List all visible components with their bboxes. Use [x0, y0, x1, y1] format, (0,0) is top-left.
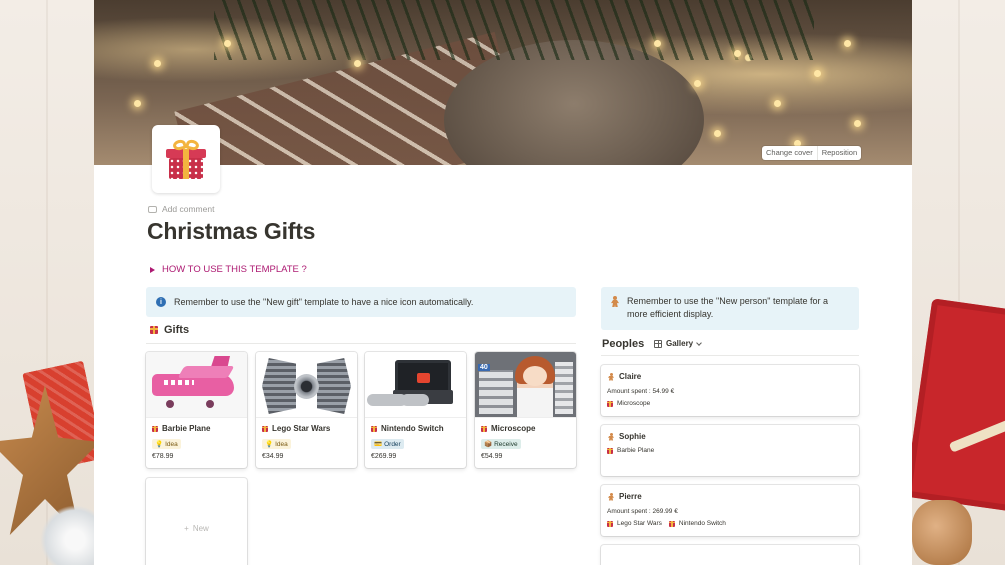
status-badge: 📦 Receive [481, 439, 521, 449]
gift-link[interactable]: Nintendo Switch [668, 520, 726, 527]
toggle-triangle-icon[interactable] [150, 266, 155, 273]
gift-card-barbie-plane[interactable]: Barbie Plane 💡 Idea €78.99 [146, 352, 247, 468]
nintendo-switch-image [365, 352, 466, 418]
gift-card-nintendo-switch[interactable]: Nintendo Switch 💳 Order €269.99 [365, 352, 466, 468]
gallery-view-selector[interactable]: Gallery [654, 339, 702, 348]
gift-icon [262, 425, 268, 432]
person-name: Pierre [608, 492, 642, 501]
how-to-toggle[interactable]: HOW TO USE THIS TEMPLATE ? [150, 264, 307, 275]
peoples-heading[interactable]: Peoples [602, 338, 644, 350]
people-callout-text: Remember to use the "New person" templat… [627, 296, 828, 319]
gift-icon [481, 425, 487, 432]
lego-star-wars-image [256, 352, 357, 418]
gift-link[interactable]: Lego Star Wars [607, 520, 662, 527]
gift-name: Lego Star Wars [262, 424, 330, 433]
person-card-claire[interactable]: Claire Amount spent : 54.99 € Microscope [601, 365, 859, 416]
toggle-label: HOW TO USE THIS TEMPLATE ? [162, 264, 307, 275]
gift-icon [150, 326, 158, 334]
info-icon: i [156, 297, 166, 307]
gift-icon [166, 138, 206, 179]
gift-card-lego-star-wars[interactable]: Lego Star Wars 💡 Idea €34.99 [256, 352, 357, 468]
cover-controls: Change cover Reposition [762, 146, 862, 160]
gift-name: Microscope [481, 424, 535, 433]
status-badge: 💡 Idea [152, 439, 181, 449]
amount-spent: Amount spent : 269.99 € [607, 508, 678, 515]
peoples-divider [601, 355, 859, 356]
person-gifts: Barbie Plane [607, 447, 654, 454]
gifts-callout-text: Remember to use the "New gift" template … [174, 297, 474, 307]
page-icon[interactable] [152, 125, 220, 193]
people-callout: Remember to use the "New person" templat… [601, 287, 859, 330]
gift-name: Nintendo Switch [371, 424, 444, 433]
new-gift-button[interactable]: + New [146, 478, 247, 565]
gifts-heading-label: Gifts [164, 324, 190, 336]
person-icon [608, 432, 614, 441]
status-badge: 💳 Order [371, 439, 404, 449]
gift-price: €34.99 [262, 453, 284, 460]
gallery-view-label: Gallery [666, 339, 694, 348]
change-cover-button[interactable]: Change cover [762, 146, 817, 160]
status-badge: 💡 Idea [262, 439, 291, 449]
person-name: Claire [608, 372, 641, 381]
gallery-grid-icon [654, 339, 662, 348]
gift-price: €78.99 [152, 453, 174, 460]
gifts-divider [146, 343, 576, 344]
person-card-pierre[interactable]: Pierre Amount spent : 269.99 € Lego Star… [601, 485, 859, 536]
person-name: Sophie [608, 432, 646, 441]
add-comment-button[interactable]: Add comment [148, 204, 214, 214]
gift-price: €269.99 [371, 453, 397, 460]
person-gifts: Lego Star Wars Nintendo Switch [607, 520, 726, 527]
decor-red-gift-right [904, 298, 1005, 512]
person-icon [611, 296, 619, 307]
gift-icon [607, 520, 613, 527]
page-title[interactable]: Christmas Gifts [147, 218, 315, 245]
new-gift-label: New [192, 523, 209, 533]
person-gifts: Microscope [607, 400, 650, 407]
add-comment-label: Add comment [162, 204, 215, 214]
reposition-button[interactable]: Reposition [816, 146, 861, 160]
notion-page: Change cover Reposition Add comment Chri… [94, 0, 912, 565]
comment-icon [148, 205, 157, 213]
microscope-image: 40 [475, 352, 576, 418]
gifts-heading[interactable]: Gifts [150, 324, 189, 336]
gift-icon [607, 400, 613, 407]
decor-gold-ornament [912, 500, 972, 565]
gift-link[interactable]: Barbie Plane [607, 447, 654, 454]
gifts-callout: i Remember to use the "New gift" templat… [146, 287, 576, 317]
person-icon [608, 492, 614, 501]
gift-icon [607, 447, 613, 454]
person-card-partial[interactable] [601, 545, 859, 565]
microscope-box-badge: 40 [478, 364, 490, 371]
gift-link[interactable]: Microscope [607, 400, 650, 407]
gift-icon [152, 425, 158, 432]
plus-icon: + [184, 523, 189, 533]
amount-spent: Amount spent : 54.99 € [607, 388, 675, 395]
gift-icon [668, 520, 675, 527]
barbie-plane-image [146, 352, 247, 418]
gift-card-microscope[interactable]: 40 Microscope 📦 Receive €54.99 [475, 352, 576, 468]
chevron-down-icon [696, 339, 702, 346]
gift-price: €54.99 [481, 453, 503, 460]
gift-icon [371, 425, 377, 432]
gift-name: Barbie Plane [152, 424, 210, 433]
person-card-sophie[interactable]: Sophie Barbie Plane [601, 425, 859, 476]
person-icon [608, 372, 614, 381]
peoples-heading-label: Peoples [602, 338, 645, 350]
